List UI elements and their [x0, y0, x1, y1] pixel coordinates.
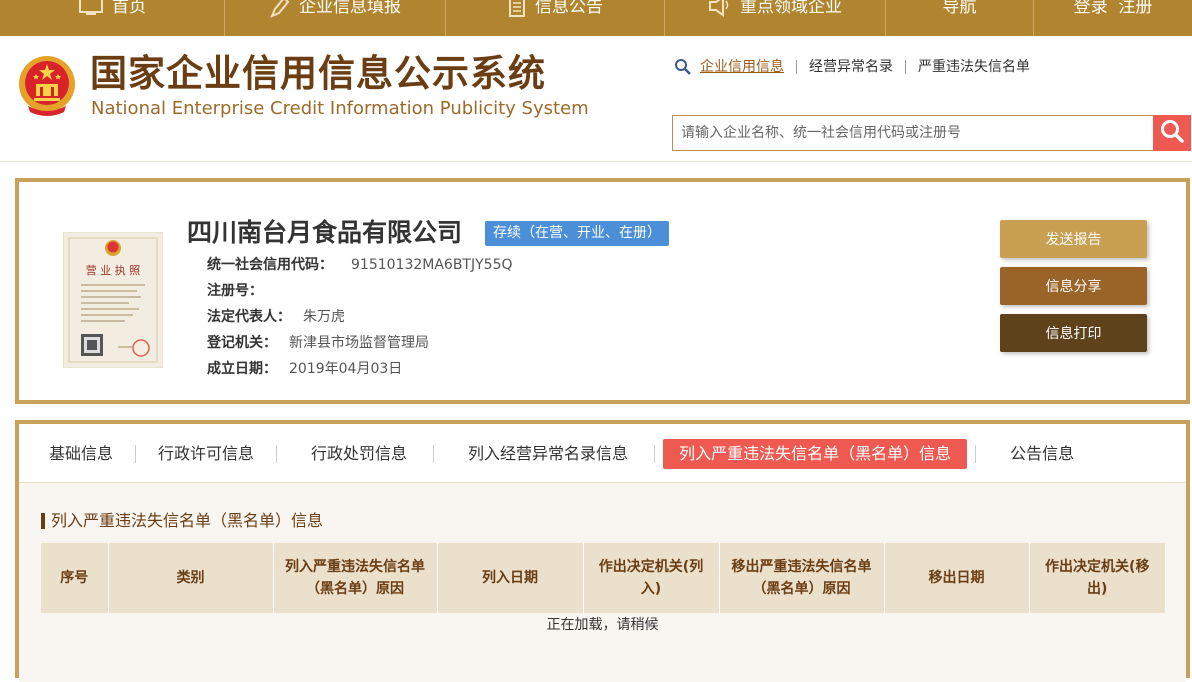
nav-label: 企业信息填报: [299, 0, 401, 17]
column-header: 列入日期: [437, 543, 584, 613]
info-label: 法定代表人：: [207, 309, 291, 325]
info-value: 新津县市场监督管理局: [289, 335, 429, 351]
monitor-icon: [78, 0, 104, 22]
search-tabs: 企业信用信息 经营异常名录 严重违法失信名单: [674, 58, 1042, 76]
info-row-legal-rep: 法定代表人： 朱万虎: [207, 304, 513, 330]
nav-label: 导航: [942, 0, 977, 17]
detail-tabs: 基础信息 行政许可信息 行政处罚信息 列入经营异常名录信息 列入严重违法失信名单…: [19, 434, 1186, 474]
info-row-reg-number: 注册号：: [207, 278, 513, 304]
column-header: 序号: [41, 543, 109, 613]
tab-content: 列入严重违法失信名单（黑名单）信息 序号 类别 列入严重违法失信名单（黑名单）原…: [19, 482, 1186, 682]
info-label: 成立日期：: [207, 361, 277, 377]
site-title-english: National Enterprise Credit Information P…: [91, 98, 589, 119]
top-nav-bar: 首页 企业信息填报 信息公告 重点领域企业 导航 登录 注册: [0, 0, 1192, 36]
nav-item-login-register[interactable]: 登录 注册: [1034, 0, 1192, 36]
section-title-text: 列入严重违法失信名单（黑名单）信息: [51, 511, 324, 530]
search-tab-abnormal-list[interactable]: 经营异常名录: [797, 58, 905, 76]
nav-label: 登录 注册: [1073, 0, 1153, 17]
info-row-credit-code: 统一社会信用代码： 91510132MA6BTJY55Q: [207, 252, 513, 278]
column-header: 作出决定机关(移出): [1029, 543, 1165, 613]
column-header: 移出日期: [884, 543, 1030, 613]
info-label: 登记机关：: [207, 335, 277, 351]
column-header: 作出决定机关(列入): [583, 543, 720, 613]
section-title: 列入严重违法失信名单（黑名单）信息: [41, 511, 323, 531]
column-header: 类别: [108, 543, 274, 613]
blacklist-table: 序号 类别 列入严重违法失信名单（黑名单）原因 列入日期 作出决定机关(列入) …: [41, 543, 1165, 613]
license-title: 营 业 执 照: [86, 263, 141, 277]
info-value: 2019年04月03日: [289, 361, 403, 377]
company-name: 四川南台月食品有限公司: [187, 218, 463, 247]
nav-item-home[interactable]: 首页: [0, 0, 225, 36]
site-title: 国家企业信用信息公示系统: [90, 52, 546, 95]
info-value: 91510132MA6BTJY55Q: [351, 257, 513, 273]
title-marker: [41, 513, 45, 529]
send-report-button[interactable]: 发送报告: [1000, 220, 1147, 258]
info-value: 朱万虎: [303, 309, 345, 325]
status-badge: 存续（在营、开业、在册）: [485, 221, 669, 246]
loading-message: 正在加载，请稍候: [546, 617, 659, 633]
action-buttons: 发送报告 信息分享 信息打印: [1000, 220, 1147, 361]
search-tab-blacklist[interactable]: 严重违法失信名单: [906, 58, 1042, 76]
search-button[interactable]: [1153, 115, 1191, 151]
table-header-row: 序号 类别 列入严重违法失信名单（黑名单）原因 列入日期 作出决定机关(列入) …: [41, 543, 1165, 613]
tab-admin-license[interactable]: 行政许可信息: [136, 439, 276, 469]
info-row-authority: 登记机关： 新津县市场监督管理局: [207, 330, 513, 356]
tab-announcements[interactable]: 公告信息: [976, 439, 1096, 469]
nav-label: 首页: [112, 0, 146, 17]
nav-item-key-enterprises[interactable]: 重点领域企业: [665, 0, 886, 36]
search-box: [672, 115, 1154, 151]
company-info: 统一社会信用代码： 91510132MA6BTJY55Q 注册号： 法定代表人：…: [207, 252, 513, 382]
print-info-button[interactable]: 信息打印: [1000, 314, 1147, 352]
company-card: 营 业 执 照 四川南台月食品有限公司 存续（在营、开业、在册） 统一社会信用代…: [15, 178, 1190, 404]
search-tab-credit-info[interactable]: 企业信用信息: [700, 58, 796, 76]
tab-abnormal-list[interactable]: 列入经营异常名录信息: [434, 439, 654, 469]
search-input[interactable]: [673, 116, 1153, 150]
national-emblem-icon: [16, 54, 78, 118]
info-label: 统一社会信用代码：: [207, 257, 333, 273]
info-label: 注册号：: [207, 283, 263, 299]
tab-admin-penalty[interactable]: 行政处罚信息: [277, 439, 433, 469]
divider: [654, 445, 656, 463]
detail-section: 基础信息 行政许可信息 行政处罚信息 列入经营异常名录信息 列入严重违法失信名单…: [15, 420, 1190, 682]
nav-item-navigation[interactable]: 导航: [886, 0, 1034, 36]
nav-label: 重点领域企业: [740, 0, 842, 17]
nav-item-announcements[interactable]: 信息公告: [446, 0, 665, 36]
search-icon: [674, 58, 692, 76]
nav-item-info-filing[interactable]: 企业信息填报: [225, 0, 446, 36]
search-icon: [1159, 118, 1185, 148]
tab-basic-info[interactable]: 基础信息: [19, 439, 135, 469]
share-info-button[interactable]: 信息分享: [1000, 267, 1147, 305]
nav-label: 信息公告: [535, 0, 603, 17]
speaker-icon: [708, 0, 732, 22]
site-header: 国家企业信用信息公示系统 National Enterprise Credit …: [0, 36, 1192, 162]
info-row-founded: 成立日期： 2019年04月03日: [207, 356, 513, 382]
business-license-image: 营 业 执 照: [62, 231, 164, 369]
document-icon: [507, 0, 527, 22]
column-header: 列入严重违法失信名单（黑名单）原因: [273, 543, 438, 613]
pen-icon: [269, 0, 291, 22]
column-header: 移出严重违法失信名单（黑名单）原因: [719, 543, 885, 613]
tab-blacklist[interactable]: 列入严重违法失信名单（黑名单）信息: [663, 439, 968, 469]
